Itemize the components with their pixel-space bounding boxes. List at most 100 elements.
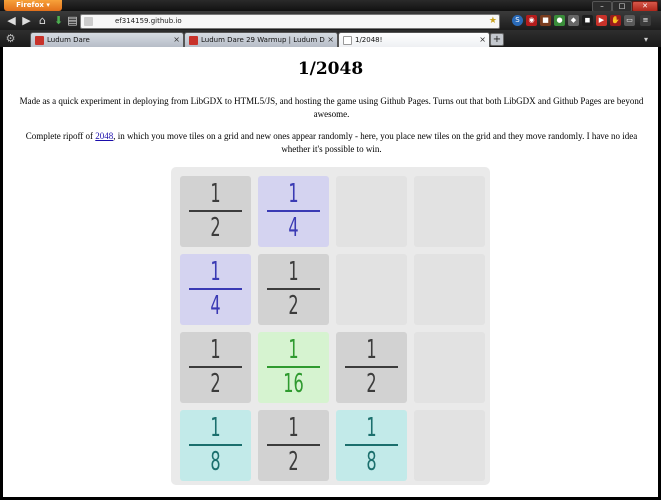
tile[interactable]: 12 [180, 176, 251, 247]
tile[interactable]: 12 [258, 254, 329, 325]
tile-numerator: 1 [288, 335, 299, 365]
empty-cell[interactable] [336, 176, 407, 247]
extension-monitor-icon[interactable]: ▭ [624, 15, 635, 26]
tile[interactable]: 12 [336, 332, 407, 403]
back-icon[interactable]: ◀ [5, 14, 18, 27]
tile-numerator: 1 [288, 413, 299, 443]
tile-denominator: 2 [210, 213, 221, 243]
tile-fraction-bar [267, 210, 320, 212]
tile-denominator: 16 [283, 369, 304, 399]
extension-brown-icon[interactable]: ■ [540, 15, 551, 26]
navigation-toolbar: ◀ ▶ ⌂ ⬇ ▤ ef314159.github.io ★ S ◉ ■ ● ◆… [0, 11, 661, 30]
tile-fraction: 18 [180, 410, 251, 481]
empty-cell[interactable] [414, 410, 485, 481]
download-icon[interactable]: ⬇ [52, 14, 65, 27]
bookmark-star-icon[interactable]: ★ [489, 15, 497, 28]
tile-fraction: 12 [258, 410, 329, 481]
tile-fraction: 1 16 [258, 332, 329, 403]
tile-fraction: 12 [258, 254, 329, 325]
skype-icon[interactable]: S [512, 15, 523, 26]
tile-denominator: 2 [366, 369, 377, 399]
tile-numerator: 1 [288, 179, 299, 209]
tab-groups-icon[interactable]: ⚙ [4, 32, 17, 45]
tile-fraction: 14 [180, 254, 251, 325]
tile-fraction-bar [189, 444, 242, 446]
tile-fraction-bar [189, 288, 242, 290]
ripoff-text-after: , in which you move tiles on a grid and … [113, 131, 638, 154]
tile-denominator: 4 [288, 213, 299, 243]
tile-fraction-bar [345, 366, 398, 368]
tile-fraction: 12 [180, 176, 251, 247]
tile-denominator: 8 [366, 447, 377, 477]
page-title: 1/2048 [297, 59, 364, 79]
url-text[interactable]: ef314159.github.io [115, 15, 182, 28]
tile-numerator: 1 [288, 257, 299, 287]
extension-red-icon[interactable]: ◉ [526, 15, 537, 26]
tile-fraction-bar [189, 210, 242, 212]
page-viewport: 1/2048 Made as a quick experiment in dep… [3, 47, 658, 497]
game-board[interactable]: 1 2 1 4 1 4 1 2 1 2 1 16 1 2 1 8 1 2 1 8 [171, 167, 490, 485]
window-title-bar: Firefox ▾ – □ ✕ [0, 0, 661, 12]
firefox-menu-button[interactable]: Firefox ▾ [4, 0, 62, 11]
ripoff-text-before: Complete ripoff of [25, 131, 96, 141]
ludum-dare-favicon-icon [189, 36, 198, 45]
empty-cell[interactable] [414, 176, 485, 247]
tile-denominator: 2 [288, 447, 299, 477]
tile-numerator: 1 [210, 335, 221, 365]
tile-fraction-bar [267, 366, 320, 368]
new-tab-button[interactable]: + [490, 33, 504, 46]
tile[interactable]: 14 [180, 254, 251, 325]
menu-icon[interactable]: ≡ [640, 15, 651, 26]
tile-fraction: 12 [180, 332, 251, 403]
tile-fraction: 14 [258, 176, 329, 247]
tile-fraction: 18 [336, 410, 407, 481]
empty-cell[interactable] [336, 254, 407, 325]
empty-cell[interactable] [414, 332, 485, 403]
tile[interactable]: 1 16 [258, 332, 329, 403]
bookmarks-icon[interactable]: ▤ [66, 14, 79, 27]
link-2048[interactable]: 2048 [95, 131, 113, 141]
blank-page-favicon-icon [343, 36, 352, 45]
list-all-tabs-icon[interactable]: ▾ [644, 33, 648, 46]
tile-numerator: 1 [366, 413, 377, 443]
ludum-dare-favicon-icon [35, 36, 44, 45]
tile-denominator: 8 [210, 447, 221, 477]
tile[interactable]: 14 [258, 176, 329, 247]
tab-close-icon[interactable]: × [479, 33, 486, 47]
tab-close-icon[interactable]: × [173, 33, 180, 47]
tab-label: 1/2048! [355, 36, 383, 44]
tab-label: Ludum Dare [47, 36, 90, 44]
tile[interactable]: 18 [180, 410, 251, 481]
firefox-menu-label: Firefox [16, 1, 44, 9]
tab-ludum-dare-29-warmup[interactable]: Ludum Dare 29 Warmup | Ludum Dare × [184, 32, 338, 47]
tile[interactable]: 12 [258, 410, 329, 481]
youtube-icon[interactable]: ▶ [596, 15, 607, 26]
empty-cell[interactable] [414, 254, 485, 325]
tile-fraction-bar [189, 366, 242, 368]
tab-close-icon[interactable]: × [327, 33, 334, 47]
url-bar[interactable]: ef314159.github.io ★ [80, 14, 500, 29]
tab-strip: ⚙ Ludum Dare × Ludum Dare 29 Warmup | Lu… [0, 30, 661, 47]
tile-fraction: 12 [336, 332, 407, 403]
tile-denominator: 4 [210, 291, 221, 321]
tile-fraction-bar [267, 444, 320, 446]
tab-1-2048[interactable]: 1/2048! × [338, 32, 490, 47]
tile-denominator: 2 [210, 369, 221, 399]
extension-dark-icon[interactable]: ◼ [582, 15, 593, 26]
tab-ludum-dare[interactable]: Ludum Dare × [30, 32, 184, 47]
extension-gray-icon[interactable]: ◆ [568, 15, 579, 26]
extension-adblock-icon[interactable]: ✋ [610, 15, 621, 26]
tile-numerator: 1 [210, 257, 221, 287]
tile[interactable]: 12 [180, 332, 251, 403]
extension-green-icon[interactable]: ● [554, 15, 565, 26]
tile-denominator: 2 [288, 291, 299, 321]
tile-numerator: 1 [210, 179, 221, 209]
intro-paragraph: Made as a quick experiment in deploying … [19, 96, 644, 119]
home-icon[interactable]: ⌂ [36, 14, 49, 27]
forward-icon[interactable]: ▶ [20, 14, 33, 27]
tile-numerator: 1 [366, 335, 377, 365]
tile[interactable]: 18 [336, 410, 407, 481]
site-identity-icon[interactable] [84, 17, 93, 26]
ripoff-paragraph: Complete ripoff of 2048, in which you mo… [11, 130, 652, 156]
tile-fraction-bar [345, 444, 398, 446]
